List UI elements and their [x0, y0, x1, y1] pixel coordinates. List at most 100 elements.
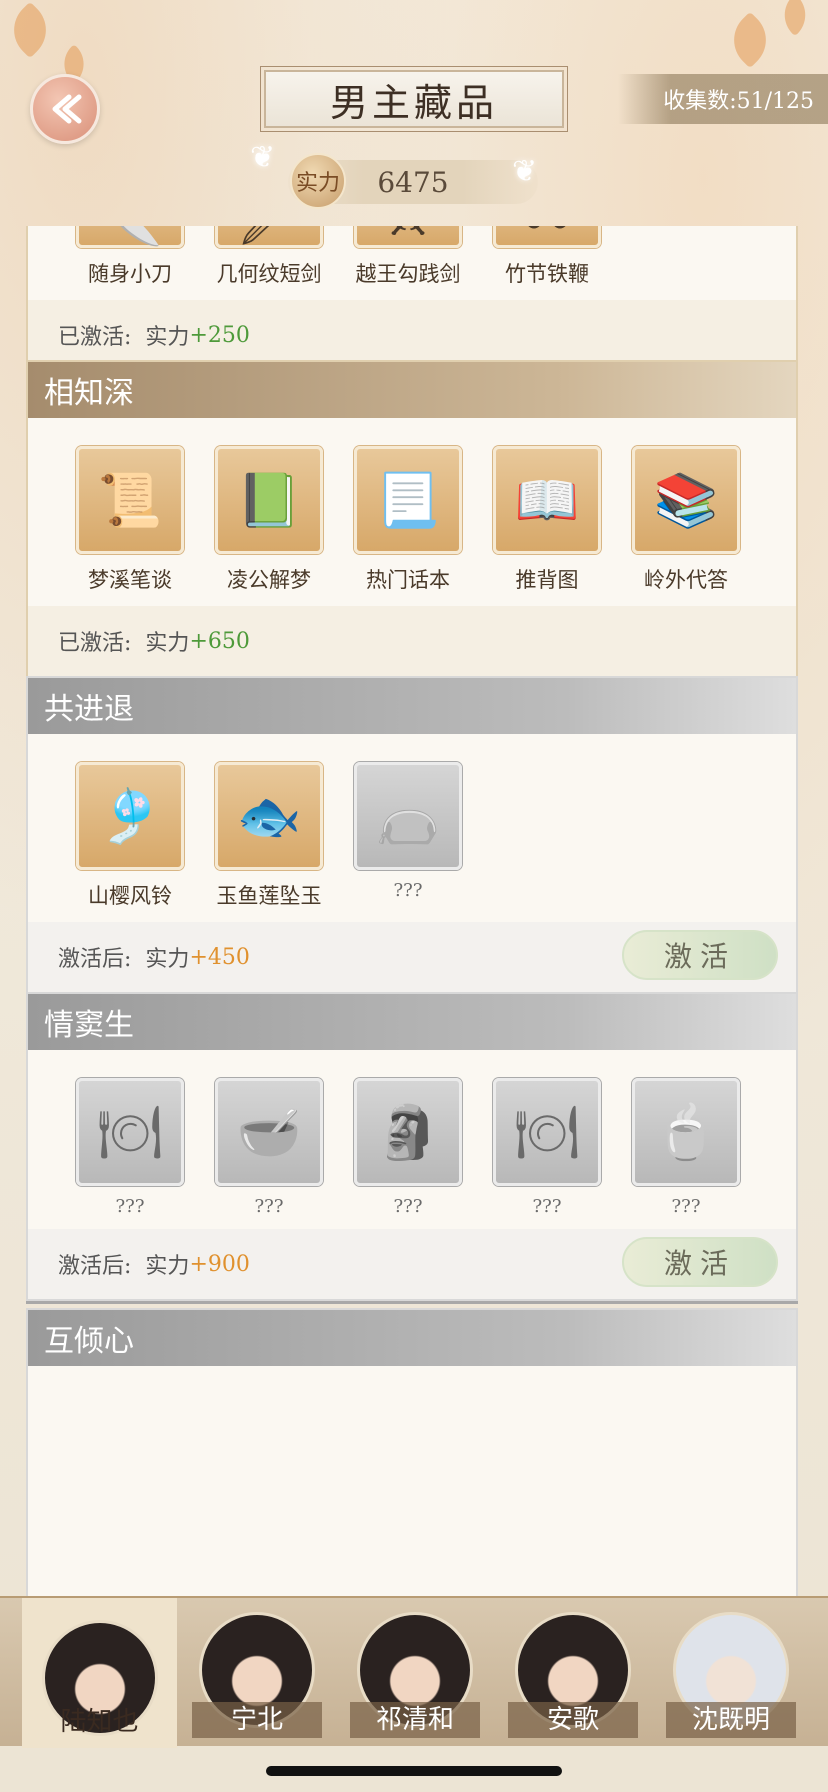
item-name: 推背图 [515, 568, 579, 592]
bonus-value: +250 [189, 322, 250, 348]
collection-set: 情窦生 🍽 ??? 🥣 ??? 🗿 ??? 🍽 ??? 🍵 ??? 激活后: 实… [26, 992, 798, 1301]
whip-icon: 〰 [493, 226, 601, 254]
character-name: 安歌 [508, 1702, 638, 1738]
item-name: 几何纹短剑 [216, 262, 322, 286]
collection-item[interactable]: 🍽 ??? [493, 1078, 632, 1217]
bonus-value: +900 [189, 1251, 250, 1277]
item-name: 梦溪笔谈 [88, 568, 172, 592]
item-name: ??? [671, 1196, 701, 1217]
collection-item[interactable]: 🥣 ??? [215, 1078, 354, 1217]
character-tab-ningbei[interactable]: 宁北 [192, 1612, 322, 1742]
set-items: 📜 梦溪笔谈 📗 凌公解梦 📃 热门话本 📖 推背图 📚 岭外代答 [28, 418, 796, 594]
character-name: 宁北 [192, 1702, 322, 1738]
item-name: ??? [393, 880, 423, 901]
scroll-book-icon: 📜 [76, 446, 184, 554]
set-bonus: 激活后: 实力 +450 激活 [28, 922, 796, 992]
item-name: 随身小刀 [88, 262, 172, 286]
character-tab-luzhiye[interactable]: 陆知也 [22, 1598, 177, 1748]
collection-count: 收集数:51/125 [618, 74, 828, 124]
collection-item[interactable]: 🗡 几何纹短剑 [215, 226, 354, 288]
bonus-stat: 实力 [145, 325, 190, 350]
item-name: 竹节铁鞭 [505, 262, 589, 286]
back-button[interactable] [30, 74, 100, 144]
bonus-stat: 实力 [145, 1254, 190, 1279]
power-badge: 实力 [290, 153, 346, 209]
collection-item[interactable]: ⚔ 越王勾践剑 [354, 226, 493, 288]
item-name: 越王勾践剑 [355, 262, 461, 286]
collection-item[interactable]: 〰 竹节铁鞭 [493, 226, 632, 288]
butterfly-icon: ❦ [512, 154, 538, 189]
home-indicator[interactable] [266, 1766, 562, 1776]
collection-item[interactable]: 🍵 ??? [632, 1078, 771, 1217]
character-name: 陆知也 [60, 1707, 139, 1737]
character-name: 沈既明 [666, 1702, 796, 1738]
dagger-icon: 🗡 [215, 226, 323, 249]
collection-set: 🔪 随身小刀 🗡 几何纹短剑 ⚔ 越王勾践剑 〰 竹节铁鞭 已激活: 实力 +2… [26, 226, 798, 372]
collection-item[interactable]: 🎐 山樱风铃 [76, 762, 215, 910]
locked-plate-icon: 🍽 [76, 1078, 184, 1186]
knife-icon: 🔪 [76, 226, 184, 249]
blue-books-icon: 📚 [632, 446, 740, 554]
collection-set: 共进退 🎐 山樱风铃 🐟 玉鱼莲坠玉 👝 ??? 激活后: 实力 +450 激活 [26, 676, 798, 994]
item-name: 岭外代答 [644, 568, 728, 592]
collection-item[interactable]: 🗿 ??? [354, 1078, 493, 1217]
set-bonus: 已激活: 实力 +650 [28, 606, 796, 676]
item-name: ??? [393, 1196, 423, 1217]
set-title: 共进退 [28, 678, 796, 734]
collection-set: 互倾心 [26, 1308, 798, 1596]
character-tab-ange[interactable]: 安歌 [508, 1612, 638, 1742]
set-items: 🍽 ??? 🥣 ??? 🗿 ??? 🍽 ??? 🍵 ??? [28, 1050, 796, 1217]
locked-cup-icon: 🍵 [632, 1078, 740, 1186]
butterfly-icon: ❦ [250, 140, 276, 175]
sword-icon: ⚔ [354, 226, 462, 248]
jade-pendant-icon: 🐟 [215, 762, 323, 870]
item-name: ??? [115, 1196, 145, 1217]
collection-item[interactable]: 📖 推背图 [493, 446, 632, 594]
collection-item[interactable]: 📗 凌公解梦 [215, 446, 354, 594]
collection-item[interactable]: 🍽 ??? [76, 1078, 215, 1217]
collection-list[interactable]: 🔪 随身小刀 🗡 几何纹短剑 ⚔ 越王勾践剑 〰 竹节铁鞭 已激活: 实力 +2… [0, 226, 828, 1596]
collection-set: 相知深 📜 梦溪笔谈 📗 凌公解梦 📃 热门话本 📖 推背图 📚 岭外代答 已激… [26, 360, 798, 678]
bonus-prefix: 激活后: [58, 1254, 132, 1279]
set-items: 🔪 随身小刀 🗡 几何纹短剑 ⚔ 越王勾践剑 〰 竹节铁鞭 [28, 226, 796, 288]
collection-item[interactable]: 🔪 随身小刀 [76, 226, 215, 288]
collection-item[interactable]: 📚 岭外代答 [632, 446, 771, 594]
set-title: 情窦生 [28, 994, 796, 1050]
character-name: 祁清和 [350, 1702, 480, 1738]
bell-icon: 🎐 [76, 762, 184, 870]
locked-bowl-icon: 🥣 [215, 1078, 323, 1186]
set-title: 互倾心 [28, 1310, 796, 1366]
set-bonus: 激活后: 实力 +900 激活 [28, 1229, 796, 1299]
collection-item[interactable]: 📜 梦溪笔谈 [76, 446, 215, 594]
collection-item[interactable]: 👝 ??? [354, 762, 493, 910]
item-name: 热门话本 [366, 568, 450, 592]
green-book-icon: 📗 [215, 446, 323, 554]
item-name: 玉鱼莲坠玉 [216, 884, 322, 908]
locked-figure-icon: 🗿 [354, 1078, 462, 1186]
scroll-icon: 📃 [354, 446, 462, 554]
bonus-prefix: 已激活: [58, 325, 132, 350]
bonus-prefix: 已激活: [58, 631, 132, 656]
activate-button[interactable]: 激活 [622, 1237, 778, 1287]
bonus-prefix: 激活后: [58, 947, 132, 972]
bonus-stat: 实力 [145, 631, 190, 656]
item-name: 山樱风铃 [88, 884, 172, 908]
item-name: ??? [254, 1196, 284, 1217]
bonus-value: +450 [189, 944, 250, 970]
character-tab-shenjiming[interactable]: 沈既明 [666, 1612, 796, 1742]
bonus-stat: 实力 [145, 947, 190, 972]
set-title: 相知深 [28, 362, 796, 418]
open-book-icon: 📖 [493, 446, 601, 554]
set-items: 🎐 山樱风铃 🐟 玉鱼莲坠玉 👝 ??? [28, 734, 796, 910]
page-title: 男主藏品 [260, 66, 568, 132]
back-arrow-icon [52, 94, 82, 124]
item-name: ??? [532, 1196, 562, 1217]
character-tab-qiqinghe[interactable]: 祁清和 [350, 1612, 480, 1742]
activate-button[interactable]: 激活 [622, 930, 778, 980]
collection-item[interactable]: 🐟 玉鱼莲坠玉 [215, 762, 354, 910]
locked-pouch-icon: 👝 [354, 762, 462, 870]
locked-dish-icon: 🍽 [493, 1078, 601, 1186]
item-name: 凌公解梦 [227, 568, 311, 592]
collection-item[interactable]: 📃 热门话本 [354, 446, 493, 594]
bonus-value: +650 [189, 628, 250, 654]
